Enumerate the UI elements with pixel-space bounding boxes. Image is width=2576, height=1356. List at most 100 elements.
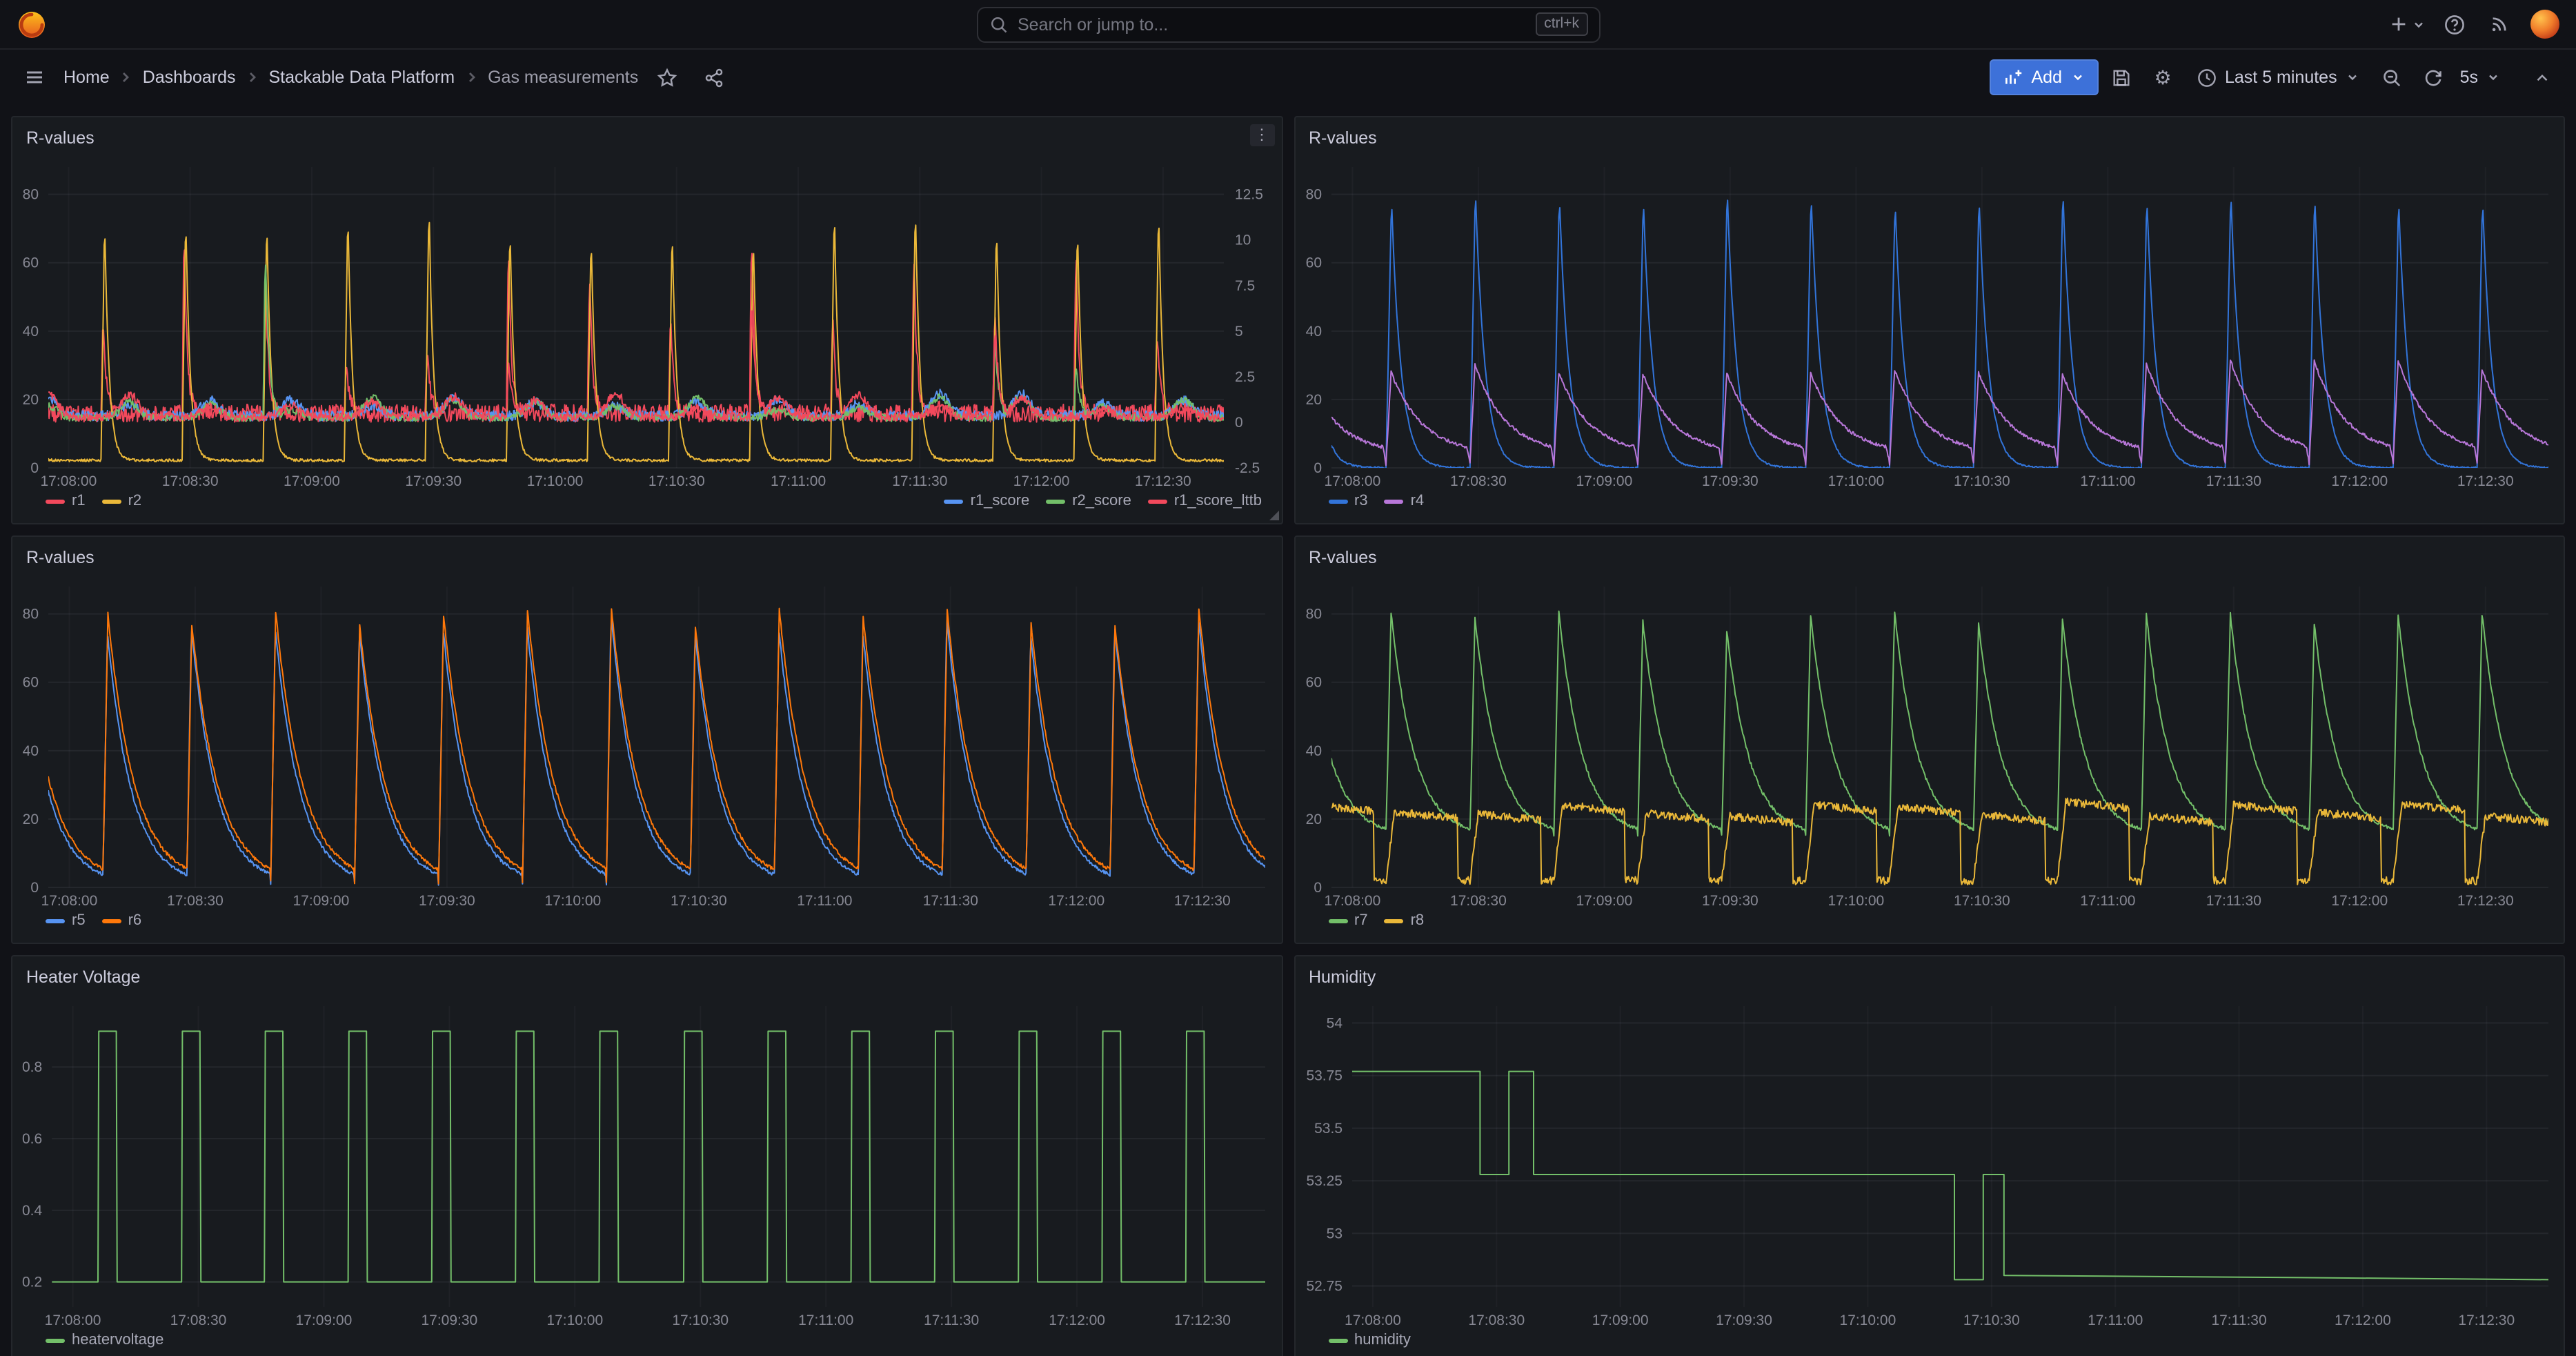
panel-header[interactable]: R-values (12, 537, 1281, 576)
panel-header[interactable]: Humidity (1295, 956, 2564, 995)
time-series-chart[interactable]: 52.755353.2553.553.755417:08:0017:08:301… (1295, 995, 2564, 1329)
svg-text:20: 20 (23, 392, 39, 408)
mega-menu-toggle[interactable] (17, 59, 52, 95)
panel-header[interactable]: R-values (12, 117, 1281, 156)
svg-text:17:08:00: 17:08:00 (1324, 893, 1380, 909)
refresh-interval-picker[interactable]: 5s (2457, 58, 2510, 97)
legend-item-r2_score[interactable]: r2_score (1046, 493, 1131, 509)
breadcrumb-dashboards[interactable]: Dashboards (143, 68, 236, 87)
legend-item-r1_score[interactable]: r1_score (944, 493, 1030, 509)
favorite-star-button[interactable] (649, 59, 685, 95)
grafana-logo-icon[interactable] (17, 8, 48, 40)
legend-item-r6[interactable]: r6 (102, 912, 142, 929)
panel-resize-handle[interactable] (1269, 511, 1278, 520)
panel-title: R-values (26, 548, 95, 567)
panel-legend: r7 r8 (1295, 910, 2564, 943)
svg-text:2.5: 2.5 (1235, 369, 1255, 385)
help-button[interactable] (2437, 6, 2473, 42)
search-shortcut-badge: ctrl+k (1536, 12, 1587, 36)
svg-text:17:11:30: 17:11:30 (892, 473, 947, 489)
legend-item-r4[interactable]: r4 (1385, 493, 1425, 509)
panel-title: R-values (1309, 548, 1377, 567)
time-series-chart[interactable]: 02040608017:08:0017:08:3017:09:0017:09:3… (1295, 576, 2564, 910)
collapse-controls-button[interactable] (2524, 59, 2559, 95)
panel-menu-button[interactable]: ⋮ (1249, 124, 1274, 146)
svg-text:17:08:00: 17:08:00 (41, 473, 97, 489)
legend-swatch (1328, 1338, 1347, 1342)
panel-r-values-3: R-values 02040608017:08:0017:08:3017:09:… (11, 535, 1282, 944)
svg-text:60: 60 (1305, 255, 1321, 271)
svg-text:17:08:00: 17:08:00 (45, 1313, 101, 1328)
legend-item-r3[interactable]: r3 (1328, 493, 1368, 509)
zoom-out-button[interactable] (2375, 59, 2410, 95)
svg-text:60: 60 (23, 675, 39, 691)
legend-item-r1[interactable]: r1 (46, 493, 86, 509)
legend-item-humidity[interactable]: humidity (1328, 1332, 1411, 1348)
svg-text:0: 0 (30, 880, 39, 896)
legend-item-r2[interactable]: r2 (102, 493, 142, 509)
time-series-chart[interactable]: 0.20.40.60.817:08:0017:08:3017:09:0017:0… (12, 995, 1281, 1329)
time-series-chart[interactable]: 02040608017:08:0017:08:3017:09:0017:09:3… (1295, 156, 2564, 490)
legend-swatch (46, 499, 65, 503)
panel-header[interactable]: R-values (1295, 117, 2564, 156)
svg-text:17:10:30: 17:10:30 (648, 473, 705, 489)
breadcrumb: Home Dashboards Stackable Data Platform … (63, 68, 638, 87)
svg-text:17:12:30: 17:12:30 (2457, 893, 2513, 909)
panel-header[interactable]: R-values (1295, 537, 2564, 576)
panel-legend: r5 r6 (12, 910, 1281, 943)
legend-item-r1_score_lttb[interactable]: r1_score_lttb (1148, 493, 1262, 509)
save-dashboard-button[interactable] (2103, 59, 2139, 95)
chevron-right-icon (464, 70, 478, 84)
news-button[interactable] (2481, 6, 2517, 42)
svg-text:17:09:00: 17:09:00 (1576, 473, 1632, 489)
share-button[interactable] (696, 59, 732, 95)
svg-text:0.2: 0.2 (22, 1275, 42, 1290)
svg-text:12.5: 12.5 (1235, 187, 1263, 203)
legend-label: r1_score (971, 493, 1030, 509)
panel-r-values-2: R-values 02040608017:08:0017:08:3017:09:… (1294, 116, 2565, 524)
nav-actions (2386, 6, 2559, 42)
svg-text:17:09:30: 17:09:30 (419, 893, 475, 909)
panel-heater-voltage: Heater Voltage 0.20.40.60.817:08:0017:08… (11, 955, 1282, 1356)
panel-humidity: Humidity 52.755353.2553.553.755417:08:00… (1294, 955, 2565, 1356)
svg-text:17:11:00: 17:11:00 (771, 473, 826, 489)
svg-text:17:12:00: 17:12:00 (2334, 1313, 2390, 1328)
panel-title: Humidity (1309, 967, 1376, 987)
search-input[interactable]: Search or jump to... ctrl+k (976, 6, 1600, 42)
legend-swatch (1385, 499, 1404, 503)
svg-text:80: 80 (1305, 187, 1321, 203)
legend-item-r7[interactable]: r7 (1328, 912, 1368, 929)
svg-text:0: 0 (1235, 415, 1243, 431)
add-panel-icon (2004, 68, 2023, 87)
chevron-right-icon (119, 70, 133, 84)
legend-item-r5[interactable]: r5 (46, 912, 86, 929)
user-avatar[interactable] (2530, 10, 2559, 39)
legend-label: r3 (1354, 493, 1368, 509)
svg-text:17:12:00: 17:12:00 (2330, 893, 2387, 909)
dashboard-settings-button[interactable]: ⚙ (2145, 59, 2181, 95)
svg-text:17:10:00: 17:10:00 (544, 893, 601, 909)
legend-label: r8 (1411, 912, 1425, 929)
time-series-chart[interactable]: 020406080-2.502.557.51012.517:08:0017:08… (12, 156, 1281, 490)
breadcrumb-current: Gas measurements (488, 68, 638, 87)
chevron-down-icon (2070, 70, 2084, 84)
svg-text:20: 20 (1305, 812, 1321, 827)
breadcrumb-home[interactable]: Home (63, 68, 110, 87)
legend-swatch (46, 918, 65, 923)
panel-header[interactable]: Heater Voltage (12, 956, 1281, 995)
svg-text:17:10:00: 17:10:00 (1827, 473, 1883, 489)
legend-label: r1 (72, 493, 86, 509)
add-panel-button[interactable]: Add (1990, 59, 2099, 95)
svg-text:53.5: 53.5 (1314, 1121, 1342, 1137)
svg-text:17:09:00: 17:09:00 (293, 893, 350, 909)
legend-swatch (1328, 918, 1347, 923)
legend-item-heatervoltage[interactable]: heatervoltage (46, 1332, 164, 1348)
legend-label: r4 (1411, 493, 1425, 509)
refresh-button[interactable] (2416, 59, 2452, 95)
time-range-picker[interactable]: Last 5 minutes (2186, 58, 2369, 97)
chart-svg: 02040608017:08:0017:08:3017:09:0017:09:3… (12, 576, 1282, 910)
legend-item-r8[interactable]: r8 (1385, 912, 1425, 929)
breadcrumb-folder[interactable]: Stackable Data Platform (269, 68, 455, 87)
time-series-chart[interactable]: 02040608017:08:0017:08:3017:09:0017:09:3… (12, 576, 1281, 910)
new-menu-button[interactable] (2386, 6, 2428, 42)
